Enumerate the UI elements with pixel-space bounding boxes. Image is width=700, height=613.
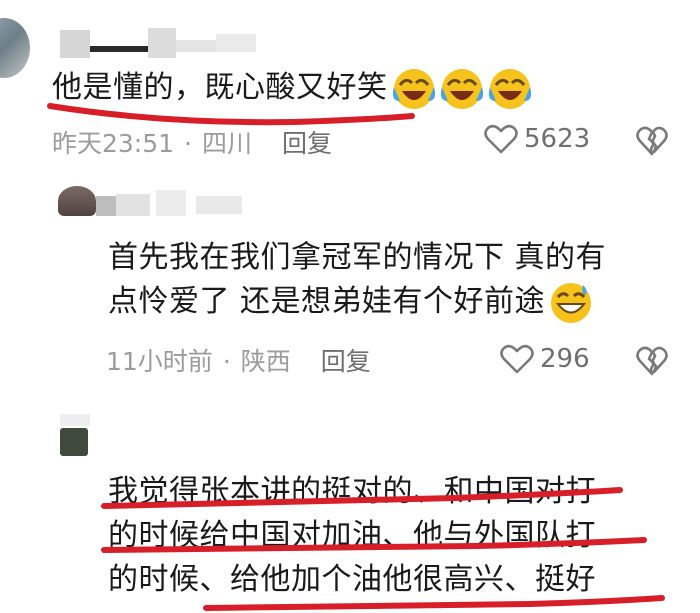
username-blur	[156, 190, 186, 216]
username-blur	[116, 194, 150, 216]
red-underline-annotation	[203, 595, 665, 611]
comment-meta: 11小时前 · 陕西 回复	[106, 342, 371, 378]
red-underline-annotation	[101, 487, 623, 509]
comment-line-text: 点怜爱了 还是想弟娃有个好前途	[108, 284, 546, 319]
dislike-button[interactable]	[636, 346, 668, 376]
username-blur	[96, 196, 116, 216]
comment-line: 点怜爱了 还是想弟娃有个好前途	[108, 280, 606, 325]
face-with-tears-of-joy-icon	[440, 67, 484, 111]
avatar[interactable]	[0, 18, 30, 78]
avatar[interactable]	[60, 428, 88, 456]
face-with-tears-of-joy-icon	[488, 67, 532, 111]
comment-meta: 昨天23:51 · 四川 回复	[52, 124, 332, 160]
location: 四川	[202, 129, 253, 158]
username-blur	[60, 414, 90, 426]
separator: ·	[184, 129, 192, 158]
like-button[interactable]: 296	[500, 344, 590, 374]
avatar[interactable]	[58, 186, 96, 216]
reply-button[interactable]: 回复	[321, 347, 371, 376]
dislike-button[interactable]	[636, 126, 668, 156]
username-blur	[196, 196, 242, 214]
heart-outline-icon	[500, 344, 534, 374]
separator: ·	[222, 347, 231, 376]
username-blur	[148, 28, 176, 58]
reply-button[interactable]: 回复	[282, 129, 332, 158]
username-blur	[176, 40, 216, 52]
like-button[interactable]: 5623	[484, 124, 590, 154]
comment-line: 首先我在我们拿冠军的情况下 真的有	[108, 240, 607, 275]
grinning-face-with-sweat-icon	[549, 281, 593, 325]
timestamp: 11小时前	[106, 347, 213, 376]
username-blur	[216, 34, 256, 52]
username-blur	[90, 46, 150, 52]
username-blur	[60, 30, 90, 58]
comment-text: 首先我在我们拿冠军的情况下 真的有 点怜爱了 还是想弟娃有个好前途	[108, 236, 606, 325]
broken-heart-icon	[636, 126, 668, 156]
timestamp: 昨天23:51	[52, 129, 175, 158]
like-count: 296	[540, 344, 590, 374]
location: 陕西	[240, 347, 291, 376]
heart-outline-icon	[484, 124, 518, 154]
broken-heart-icon	[636, 346, 668, 376]
red-underline-annotation	[101, 537, 647, 553]
like-count: 5623	[524, 124, 591, 154]
